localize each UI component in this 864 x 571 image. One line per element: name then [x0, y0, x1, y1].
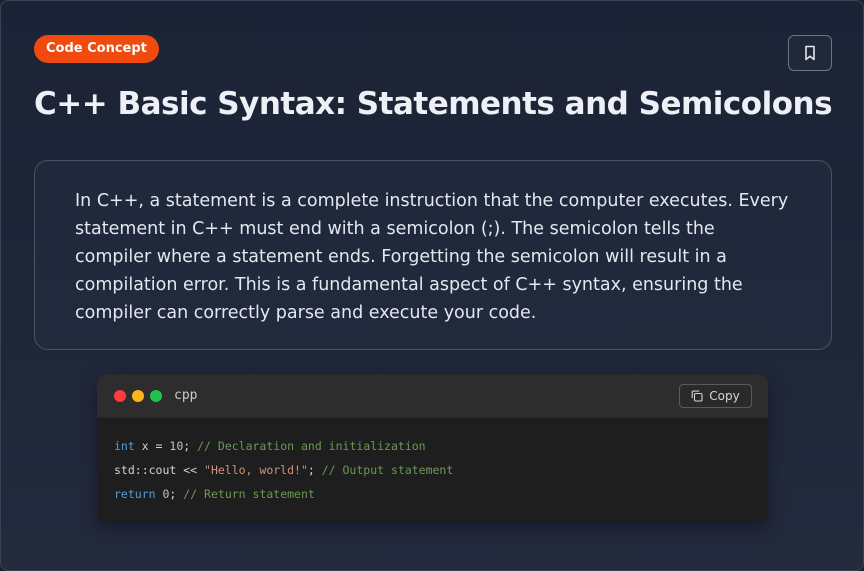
- code-token: // Return statement: [183, 487, 315, 501]
- code-header: cpp Copy: [97, 374, 768, 418]
- code-token: std::cout <<: [114, 463, 205, 477]
- copy-label: Copy: [709, 389, 740, 403]
- code-token: "Hello, world!": [204, 463, 308, 477]
- code-line: return 0; // Return statement: [114, 482, 453, 506]
- concept-card: Code Concept C++ Basic Syntax: Statement…: [0, 0, 864, 571]
- code-line: std::cout << "Hello, world!"; // Output …: [114, 458, 453, 482]
- code-token: int: [114, 439, 135, 453]
- code-language-label: cpp: [174, 388, 198, 403]
- code-token: 10: [169, 439, 184, 453]
- code-token: ;: [307, 463, 322, 477]
- window-dot-red-icon: [114, 390, 126, 402]
- code-token: // Output statement: [321, 463, 454, 477]
- code-line: int x = 10; // Declaration and initializ…: [114, 434, 453, 458]
- page-title: C++ Basic Syntax: Statements and Semicol…: [34, 86, 833, 122]
- code-token: return: [114, 487, 156, 501]
- code-block: cpp Copy int x = 10; // Declaration and …: [97, 374, 768, 522]
- code-token: // Declaration and initialization: [197, 439, 426, 453]
- code-token: x =: [134, 439, 170, 453]
- window-dot-yellow-icon: [132, 390, 144, 402]
- code-token: ;: [183, 439, 198, 453]
- code-token: ;: [169, 487, 184, 501]
- bookmark-icon: [805, 45, 815, 61]
- copy-button[interactable]: Copy: [679, 384, 752, 408]
- code-content: int x = 10; // Declaration and initializ…: [114, 434, 453, 506]
- category-badge: Code Concept: [34, 35, 159, 63]
- description-text: In C++, a statement is a complete instru…: [75, 191, 789, 323]
- bookmark-button[interactable]: [788, 35, 832, 71]
- description-box: In C++, a statement is a complete instru…: [34, 160, 832, 350]
- window-dot-green-icon: [150, 390, 162, 402]
- copy-icon: [691, 390, 703, 402]
